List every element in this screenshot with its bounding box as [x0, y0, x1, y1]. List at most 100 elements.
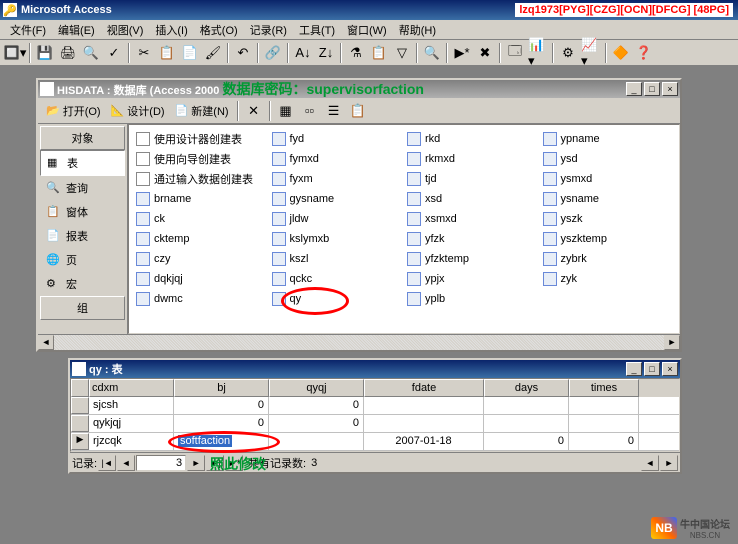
- ds-cell[interactable]: 2007-01-18: [364, 433, 484, 450]
- db-delete-icon[interactable]: ✕: [243, 100, 265, 122]
- sidebar-groups-header[interactable]: 组: [40, 296, 125, 320]
- ds-minimize-button[interactable]: _: [626, 362, 642, 376]
- table-item[interactable]: 使用向导创建表: [133, 149, 269, 169]
- menu-format[interactable]: 格式(O): [194, 20, 244, 40]
- ds-cell[interactable]: qykjqj: [89, 415, 174, 432]
- db-maximize-button[interactable]: □: [644, 82, 660, 96]
- new-record-icon[interactable]: ▶*: [451, 42, 473, 64]
- table-item[interactable]: fyd: [269, 129, 405, 149]
- ds-cell[interactable]: [484, 397, 569, 414]
- table-item[interactable]: yfzktemp: [404, 249, 540, 269]
- table-item[interactable]: ypjx: [404, 269, 540, 289]
- table-item[interactable]: dqkjqj: [133, 269, 269, 289]
- table-item[interactable]: kslymxb: [269, 229, 405, 249]
- sidebar-objects-header[interactable]: 对象: [40, 126, 125, 150]
- ds-rowsel-header[interactable]: [71, 379, 89, 397]
- db-minimize-button[interactable]: _: [626, 82, 642, 96]
- table-item[interactable]: cktemp: [133, 229, 269, 249]
- db-design-button[interactable]: 📐设计(D): [107, 101, 169, 121]
- ds-col-fdate[interactable]: fdate: [364, 379, 484, 397]
- table-item[interactable]: yfzk: [404, 229, 540, 249]
- sort-desc-icon[interactable]: Z↓: [315, 42, 337, 64]
- scroll-left-icon[interactable]: ◄: [38, 335, 54, 350]
- ds-rowsel[interactable]: ▶: [71, 433, 89, 450]
- ds-cell[interactable]: 0: [484, 433, 569, 450]
- view-dropdown-icon[interactable]: 🔲▾: [4, 42, 26, 64]
- ds-cell[interactable]: 0: [269, 397, 364, 414]
- table-item[interactable]: ypname: [540, 129, 676, 149]
- ds-close-button[interactable]: ×: [662, 362, 678, 376]
- scroll-right-icon[interactable]: ►: [664, 335, 680, 350]
- nav-scroll-right[interactable]: ►: [660, 455, 678, 471]
- table-item[interactable]: yszk: [540, 209, 676, 229]
- table-item[interactable]: dwmc: [133, 289, 269, 309]
- table-item[interactable]: rkmxd: [404, 149, 540, 169]
- table-item[interactable]: ysname: [540, 189, 676, 209]
- table-item[interactable]: 使用设计器创建表: [133, 129, 269, 149]
- db-scroll-h[interactable]: ◄ ►: [38, 334, 680, 350]
- ds-cell[interactable]: 0: [174, 397, 269, 414]
- table-item[interactable]: fyxm: [269, 169, 405, 189]
- nav-prev-button[interactable]: ◄: [117, 455, 135, 471]
- undo-icon[interactable]: ↶: [232, 42, 254, 64]
- ds-row[interactable]: sjcsh 0 0: [71, 397, 679, 415]
- print-icon[interactable]: 🖨: [57, 42, 79, 64]
- table-item[interactable]: yplb: [404, 289, 540, 309]
- nav-next-button[interactable]: ►: [187, 455, 205, 471]
- sidebar-item-macros[interactable]: ⚙宏: [40, 272, 125, 296]
- ds-cell[interactable]: sjcsh: [89, 397, 174, 414]
- save-icon[interactable]: 💾: [34, 42, 56, 64]
- nav-first-button[interactable]: |◄: [98, 455, 116, 471]
- sidebar-item-reports[interactable]: 📄报表: [40, 224, 125, 248]
- db-new-button[interactable]: 📄新建(N): [171, 101, 233, 121]
- table-item[interactable]: kszl: [269, 249, 405, 269]
- ds-cell[interactable]: [484, 415, 569, 432]
- db-window-icon[interactable]: 🗔: [504, 42, 526, 64]
- menu-insert[interactable]: 插入(I): [149, 20, 193, 40]
- ds-cell[interactable]: [569, 415, 639, 432]
- ds-col-days[interactable]: days: [484, 379, 569, 397]
- help-icon[interactable]: ❓: [633, 42, 655, 64]
- ds-cell[interactable]: 0: [174, 415, 269, 432]
- menu-file[interactable]: 文件(F): [4, 20, 52, 40]
- ds-col-cdxm[interactable]: cdxm: [89, 379, 174, 397]
- paste-icon[interactable]: 📄: [179, 42, 201, 64]
- ds-row[interactable]: ▶ rjzcqk softfaction 2007-01-18 0 0: [71, 433, 679, 451]
- table-item[interactable]: zybrk: [540, 249, 676, 269]
- link-icon[interactable]: 🔗: [262, 42, 284, 64]
- ds-cell[interactable]: 0: [569, 433, 639, 450]
- sidebar-item-forms[interactable]: 📋窗体: [40, 200, 125, 224]
- copy-icon[interactable]: 📋: [156, 42, 178, 64]
- sidebar-item-pages[interactable]: 🌐页: [40, 248, 125, 272]
- table-item[interactable]: brname: [133, 189, 269, 209]
- table-item[interactable]: qy: [269, 289, 405, 309]
- table-item[interactable]: tjd: [404, 169, 540, 189]
- new-object-icon[interactable]: 📊▾: [527, 42, 549, 64]
- filter-toggle-icon[interactable]: ▽: [391, 42, 413, 64]
- sidebar-item-tables[interactable]: ▦表: [40, 150, 125, 176]
- table-item[interactable]: ysd: [540, 149, 676, 169]
- nav-current-input[interactable]: [136, 455, 186, 471]
- ds-rowsel[interactable]: [71, 415, 89, 432]
- table-item[interactable]: qckc: [269, 269, 405, 289]
- table-item[interactable]: jldw: [269, 209, 405, 229]
- view-list-icon[interactable]: ☰: [323, 100, 345, 122]
- table-item[interactable]: ck: [133, 209, 269, 229]
- ds-cell[interactable]: [364, 397, 484, 414]
- view-small-icon[interactable]: ▫▫: [299, 100, 321, 122]
- database-titlebar[interactable]: HISDATA : 数据库 (Access 2000 数据库密码：supervi…: [38, 80, 680, 98]
- table-item[interactable]: fymxd: [269, 149, 405, 169]
- view-details-icon[interactable]: 📋: [347, 100, 369, 122]
- datasheet-titlebar[interactable]: qy : 表 _ □ ×: [70, 360, 680, 378]
- table-item[interactable]: 通过输入数据创建表: [133, 169, 269, 189]
- office-links-icon[interactable]: 🔶: [610, 42, 632, 64]
- menu-records[interactable]: 记录(R): [244, 20, 293, 40]
- table-item[interactable]: ysmxd: [540, 169, 676, 189]
- ds-cell[interactable]: [364, 415, 484, 432]
- sort-asc-icon[interactable]: A↓: [292, 42, 314, 64]
- menu-view[interactable]: 视图(V): [101, 20, 150, 40]
- ds-cell[interactable]: [569, 397, 639, 414]
- db-close-button[interactable]: ×: [662, 82, 678, 96]
- ds-cell[interactable]: softfaction: [174, 433, 269, 450]
- ds-cell[interactable]: rjzcqk: [89, 433, 174, 450]
